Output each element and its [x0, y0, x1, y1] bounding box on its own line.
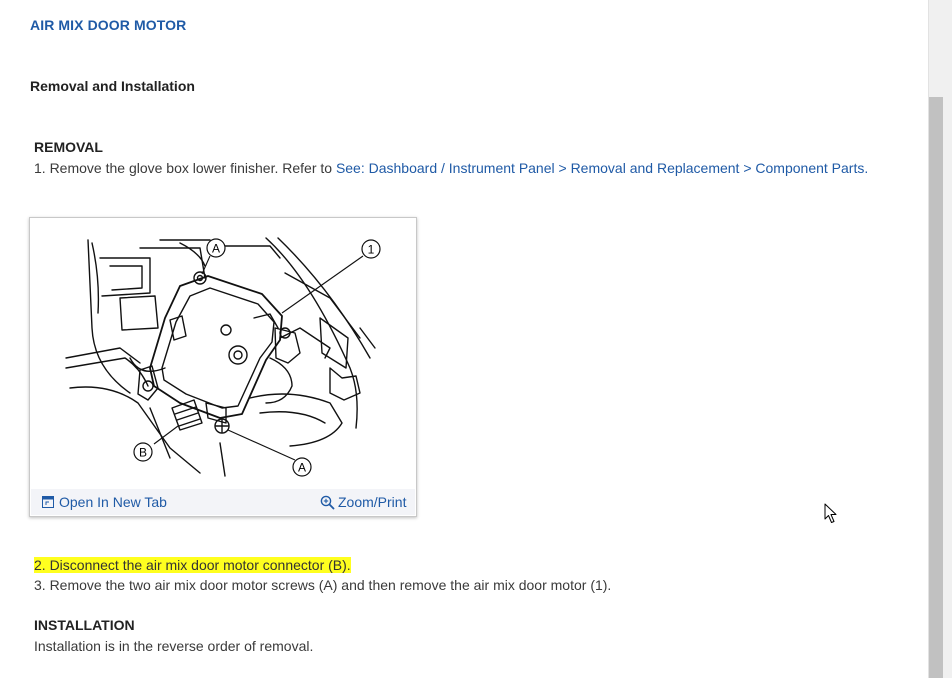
mouse-cursor-icon: [824, 503, 837, 523]
air-mix-door-motor-figure: A 1 B A Open In New Tab Zoom/Print: [29, 217, 417, 517]
zoom-print-label: Zoom/Print: [338, 494, 407, 510]
callout-b: B: [139, 446, 147, 460]
callout-a-top: A: [212, 242, 220, 256]
vertical-scrollbar[interactable]: [928, 0, 952, 678]
open-in-new-tab-button[interactable]: Open In New Tab: [42, 494, 167, 510]
open-in-new-tab-label: Open In New Tab: [59, 494, 167, 510]
callout-1: 1: [368, 243, 375, 257]
figure-action-bar: Open In New Tab Zoom/Print: [31, 489, 415, 515]
removal-step-3: 3. Remove the two air mix door motor scr…: [34, 577, 612, 593]
page-title: AIR MIX DOOR MOTOR: [30, 17, 187, 33]
removal-step-1-text: 1. Remove the glove box lower finisher. …: [34, 160, 336, 176]
highlighted-step-2: 2. Disconnect the air mix door motor con…: [34, 557, 351, 573]
removal-heading: REMOVAL: [34, 139, 103, 155]
installation-heading: INSTALLATION: [34, 617, 135, 633]
open-tab-icon: [42, 496, 54, 508]
installation-text: Installation is in the reverse order of …: [34, 638, 314, 654]
removal-step-2: 2. Disconnect the air mix door motor con…: [34, 557, 351, 573]
removal-step-1: 1. Remove the glove box lower finisher. …: [34, 160, 868, 176]
motor-diagram-illustration: A 1 B A: [65, 237, 381, 477]
page-subtitle: Removal and Installation: [30, 78, 195, 94]
callout-a-bottom: A: [298, 461, 306, 475]
scrollbar-thumb[interactable]: [929, 97, 943, 678]
dashboard-reference-link[interactable]: See: Dashboard / Instrument Panel > Remo…: [336, 160, 868, 176]
zoom-print-button[interactable]: Zoom/Print: [320, 494, 406, 510]
zoom-icon: [320, 495, 335, 509]
document-content: AIR MIX DOOR MOTOR Removal and Installat…: [0, 0, 928, 678]
